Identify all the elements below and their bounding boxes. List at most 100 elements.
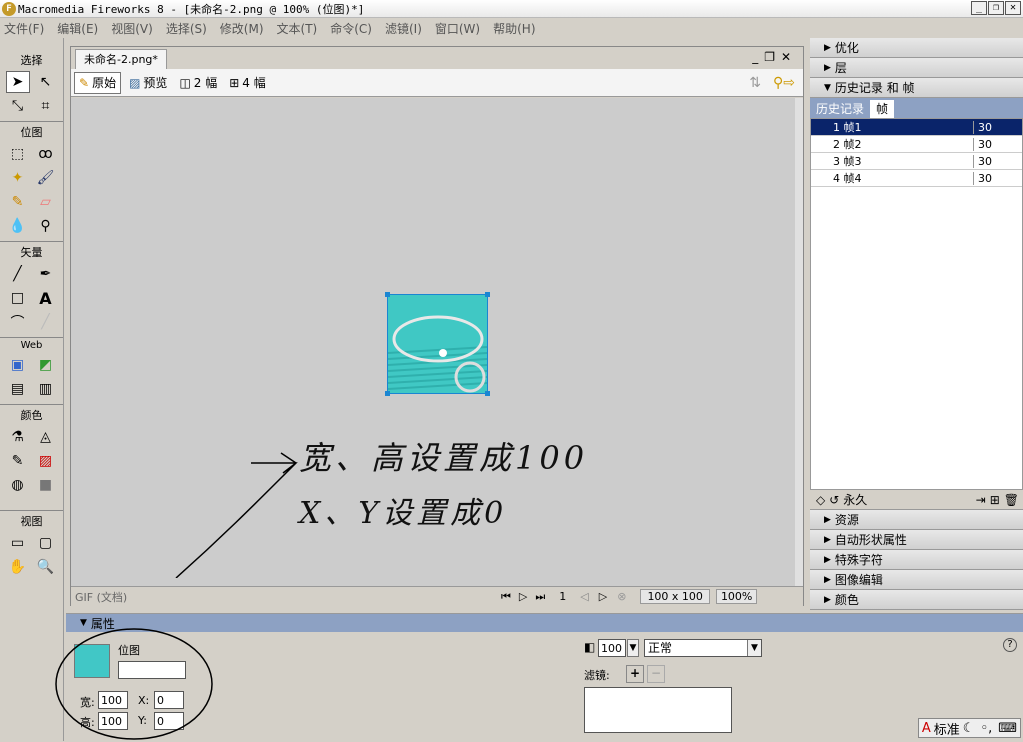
next-frame-icon[interactable]: ▷ bbox=[599, 590, 607, 603]
help-icon[interactable]: ? bbox=[1003, 638, 1017, 652]
export-icon[interactable]: ⇅ bbox=[749, 75, 761, 91]
document-tab[interactable]: 未命名-2.png* bbox=[75, 49, 167, 69]
line-tool-icon[interactable]: ╱ bbox=[6, 263, 30, 285]
vertical-scrollbar[interactable] bbox=[795, 98, 803, 586]
restore-button[interactable]: ❐ bbox=[988, 1, 1004, 15]
standard-screen-icon[interactable]: ▭ bbox=[6, 532, 30, 554]
loop-icon[interactable]: ↺ bbox=[829, 493, 839, 507]
zoom-level[interactable]: 100% bbox=[715, 589, 758, 604]
colors-panel-header[interactable]: ▶ 颜色 bbox=[810, 590, 1023, 610]
frame-row[interactable]: 2 帧2 30 bbox=[811, 136, 1022, 153]
layers-panel-header[interactable]: ▶ 层 bbox=[810, 58, 1023, 78]
brush-tool-icon[interactable]: 🖌 bbox=[34, 167, 58, 189]
fill-color-icon[interactable]: ◍ bbox=[6, 474, 30, 496]
filters-list[interactable] bbox=[584, 687, 732, 733]
menu-text[interactable]: 文本(T) bbox=[277, 20, 318, 37]
menu-modify[interactable]: 修改(M) bbox=[220, 20, 264, 37]
opacity-field[interactable] bbox=[598, 639, 626, 657]
remove-filter-button[interactable]: − bbox=[647, 665, 665, 683]
handle-tl[interactable] bbox=[385, 292, 390, 297]
menu-select[interactable]: 选择(S) bbox=[166, 20, 207, 37]
image-edit-panel-header[interactable]: ▶ 图像编辑 bbox=[810, 570, 1023, 590]
first-frame-icon[interactable]: ⏮ bbox=[501, 590, 511, 604]
view-original-button[interactable]: ✎ 原始 bbox=[74, 71, 122, 94]
history-frames-panel-header[interactable]: ▼ 历史记录 和 帧 bbox=[810, 78, 1023, 98]
stroke-color-icon[interactable]: ✎ bbox=[6, 450, 30, 472]
handle-br[interactable] bbox=[485, 391, 490, 396]
close-button[interactable]: ✕ bbox=[1005, 1, 1021, 15]
frame-delay[interactable]: 30 bbox=[973, 120, 1021, 134]
paint-bucket-tool-icon[interactable]: ◬ bbox=[34, 426, 58, 448]
menu-file[interactable]: 文件(F) bbox=[4, 20, 44, 37]
assets-panel-header[interactable]: ▶ 资源 bbox=[810, 510, 1023, 530]
frame-row[interactable]: 3 帧3 30 bbox=[811, 153, 1022, 170]
stroke-swatch[interactable]: ▨ bbox=[34, 450, 58, 472]
view-2up-button[interactable]: ◫ 2 幅 bbox=[175, 72, 221, 94]
menu-filters[interactable]: 滤镜(I) bbox=[385, 20, 422, 37]
menu-window[interactable]: 窗口(W) bbox=[435, 20, 480, 37]
frame-delay[interactable]: 30 bbox=[973, 154, 1021, 168]
blur-tool-icon[interactable]: 💧 bbox=[6, 215, 30, 237]
pointer-tool-icon[interactable]: ➤ bbox=[5, 71, 30, 93]
handle-tr[interactable] bbox=[485, 292, 490, 297]
magic-wand-tool-icon[interactable]: ✦ bbox=[6, 167, 30, 189]
rectangle-tool-icon[interactable]: □ bbox=[6, 287, 30, 309]
blend-mode-select[interactable]: 正常 ▼ bbox=[644, 639, 762, 657]
menu-help[interactable]: 帮助(H) bbox=[493, 20, 535, 37]
bitmap-image[interactable] bbox=[385, 292, 490, 396]
document-controls[interactable]: _❐✕ bbox=[752, 50, 797, 64]
minimize-button[interactable]: _ bbox=[971, 1, 987, 15]
distribute-icon[interactable]: ⇥ bbox=[976, 493, 986, 507]
mode-label[interactable]: 标准 bbox=[934, 719, 960, 738]
tab-history[interactable]: 历史记录 bbox=[810, 100, 870, 118]
quick-export-icon[interactable]: ⚲⇨ bbox=[773, 75, 795, 91]
opacity-dropdown-icon[interactable]: ▼ bbox=[627, 639, 639, 657]
lasso-tool-icon[interactable]: ꝏ bbox=[34, 143, 58, 165]
autoshape-panel-header[interactable]: ▶ 自动形状属性 bbox=[810, 530, 1023, 550]
view-4up-button[interactable]: ⊞ 4 幅 bbox=[225, 72, 270, 94]
loop-value[interactable]: 永久 bbox=[843, 491, 867, 508]
optimize-panel-header[interactable]: ▶ 优化 bbox=[810, 38, 1023, 58]
menu-edit[interactable]: 编辑(E) bbox=[57, 20, 98, 37]
frame-delay[interactable]: 30 bbox=[973, 137, 1021, 151]
knife-tool-icon[interactable]: ╱ bbox=[34, 311, 58, 333]
new-frame-icon[interactable]: ⊞ bbox=[990, 493, 1000, 507]
slice-tool-icon[interactable]: ◩ bbox=[34, 354, 58, 376]
tab-frames[interactable]: 帧 bbox=[870, 100, 895, 118]
fill-swatch[interactable]: ■ bbox=[34, 474, 58, 496]
play-icon[interactable]: ▷ bbox=[519, 590, 527, 603]
menu-view[interactable]: 视图(V) bbox=[111, 20, 153, 37]
freeform-tool-icon[interactable]: ⌒ bbox=[6, 311, 30, 333]
view-preview-button[interactable]: ▨ 预览 bbox=[125, 72, 171, 94]
hotspot-tool-icon[interactable]: ▣ bbox=[6, 354, 30, 376]
delete-frame-icon[interactable]: 🗑 bbox=[1004, 493, 1019, 507]
pen-tool-icon[interactable]: ✒ bbox=[34, 263, 58, 285]
menu-commands[interactable]: 命令(C) bbox=[330, 20, 372, 37]
subselect-tool-icon[interactable]: ↖ bbox=[34, 71, 58, 93]
prev-frame-icon[interactable]: ◁ bbox=[580, 590, 588, 603]
handle-bl[interactable] bbox=[385, 391, 390, 396]
hide-slices-icon[interactable]: ▤ bbox=[6, 378, 30, 400]
full-screen-icon[interactable]: ▢ bbox=[34, 532, 58, 554]
scale-tool-icon[interactable]: ⤡ bbox=[6, 95, 30, 117]
eyedropper-tool-icon[interactable]: ⚗ bbox=[6, 426, 30, 448]
frame-row[interactable]: 1 帧1 30 bbox=[811, 119, 1022, 136]
special-chars-panel-header[interactable]: ▶ 特殊字符 bbox=[810, 550, 1023, 570]
hand-tool-icon[interactable]: ✋ bbox=[6, 556, 30, 578]
keyboard-icon[interactable]: ⌨ bbox=[995, 721, 1020, 736]
add-filter-button[interactable]: + bbox=[626, 665, 644, 683]
onion-skin-icon[interactable]: ◇ bbox=[816, 493, 825, 507]
stop-icon[interactable]: ⊗ bbox=[617, 590, 626, 603]
pencil-tool-icon[interactable]: ✎ bbox=[6, 191, 30, 213]
marquee-tool-icon[interactable]: ⬚ bbox=[6, 143, 30, 165]
canvas[interactable]: 宽、高设置成100 X、Y设置成0 bbox=[71, 98, 803, 586]
rubber-stamp-tool-icon[interactable]: ⚲ bbox=[34, 215, 58, 237]
text-tool-icon[interactable]: A bbox=[34, 287, 58, 309]
eraser-tool-icon[interactable]: ▱ bbox=[34, 191, 58, 213]
frame-row[interactable]: 4 帧4 30 bbox=[811, 170, 1022, 187]
crop-tool-icon[interactable]: ⌗ bbox=[34, 95, 58, 117]
frame-delay[interactable]: 30 bbox=[973, 171, 1021, 185]
last-frame-icon[interactable]: ⏭ bbox=[535, 590, 545, 604]
show-slices-icon[interactable]: ▥ bbox=[34, 378, 58, 400]
zoom-tool-icon[interactable]: 🔍 bbox=[34, 556, 58, 578]
